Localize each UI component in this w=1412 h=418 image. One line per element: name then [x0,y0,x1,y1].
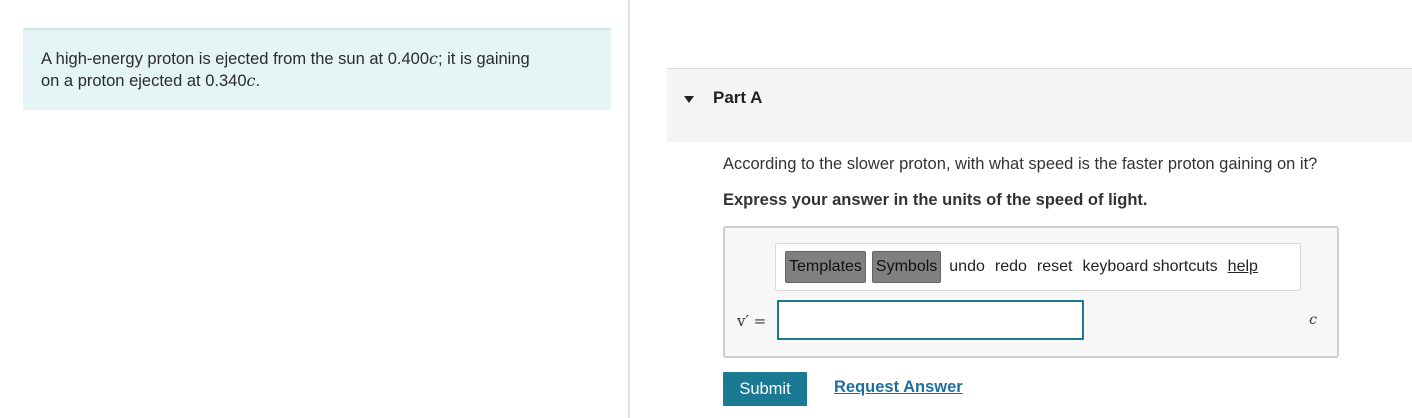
keyboard-shortcuts-link[interactable]: keyboard shortcuts [1080,258,1219,276]
answer-variable-label: v′ = [737,312,767,330]
answer-input[interactable] [777,300,1084,340]
problem-line-2: on a proton ejected at 0.340c. [41,70,593,92]
problem-line-1: A high-energy proton is ejected from the… [41,48,593,70]
symbols-button[interactable]: Symbols [871,251,942,283]
problem-text: . [255,72,261,90]
answer-box: Templates Symbols undo redo reset keyboa… [723,226,1339,358]
problem-text: A high-energy proton is ejected from the… [41,50,429,68]
collapse-caret-icon[interactable] [684,96,694,103]
redo-button[interactable]: redo [993,258,1029,276]
part-header[interactable]: Part A [667,68,1412,142]
answer-unit: c [1309,312,1317,328]
problem-text: ; it is gaining [437,50,530,68]
math-toolbar: Templates Symbols undo redo reset keyboa… [775,243,1301,291]
problem-text: on a proton ejected at 0.340 [41,72,247,90]
help-link[interactable]: help [1226,258,1260,276]
speed-of-light-symbol: c [429,49,438,68]
templates-button[interactable]: Templates [785,251,866,283]
answer-instruction: Express your answer in the units of the … [723,191,1148,209]
request-answer-link[interactable]: Request Answer [834,378,963,397]
reset-button[interactable]: reset [1035,258,1075,276]
part-title: Part A [713,88,763,107]
page: A high-energy proton is ejected from the… [0,0,1412,418]
question-text: According to the slower proton, with wha… [723,155,1318,173]
panel-divider [628,0,630,418]
submit-button[interactable]: Submit [723,372,807,406]
problem-statement: A high-energy proton is ejected from the… [23,28,611,110]
undo-button[interactable]: undo [947,258,987,276]
